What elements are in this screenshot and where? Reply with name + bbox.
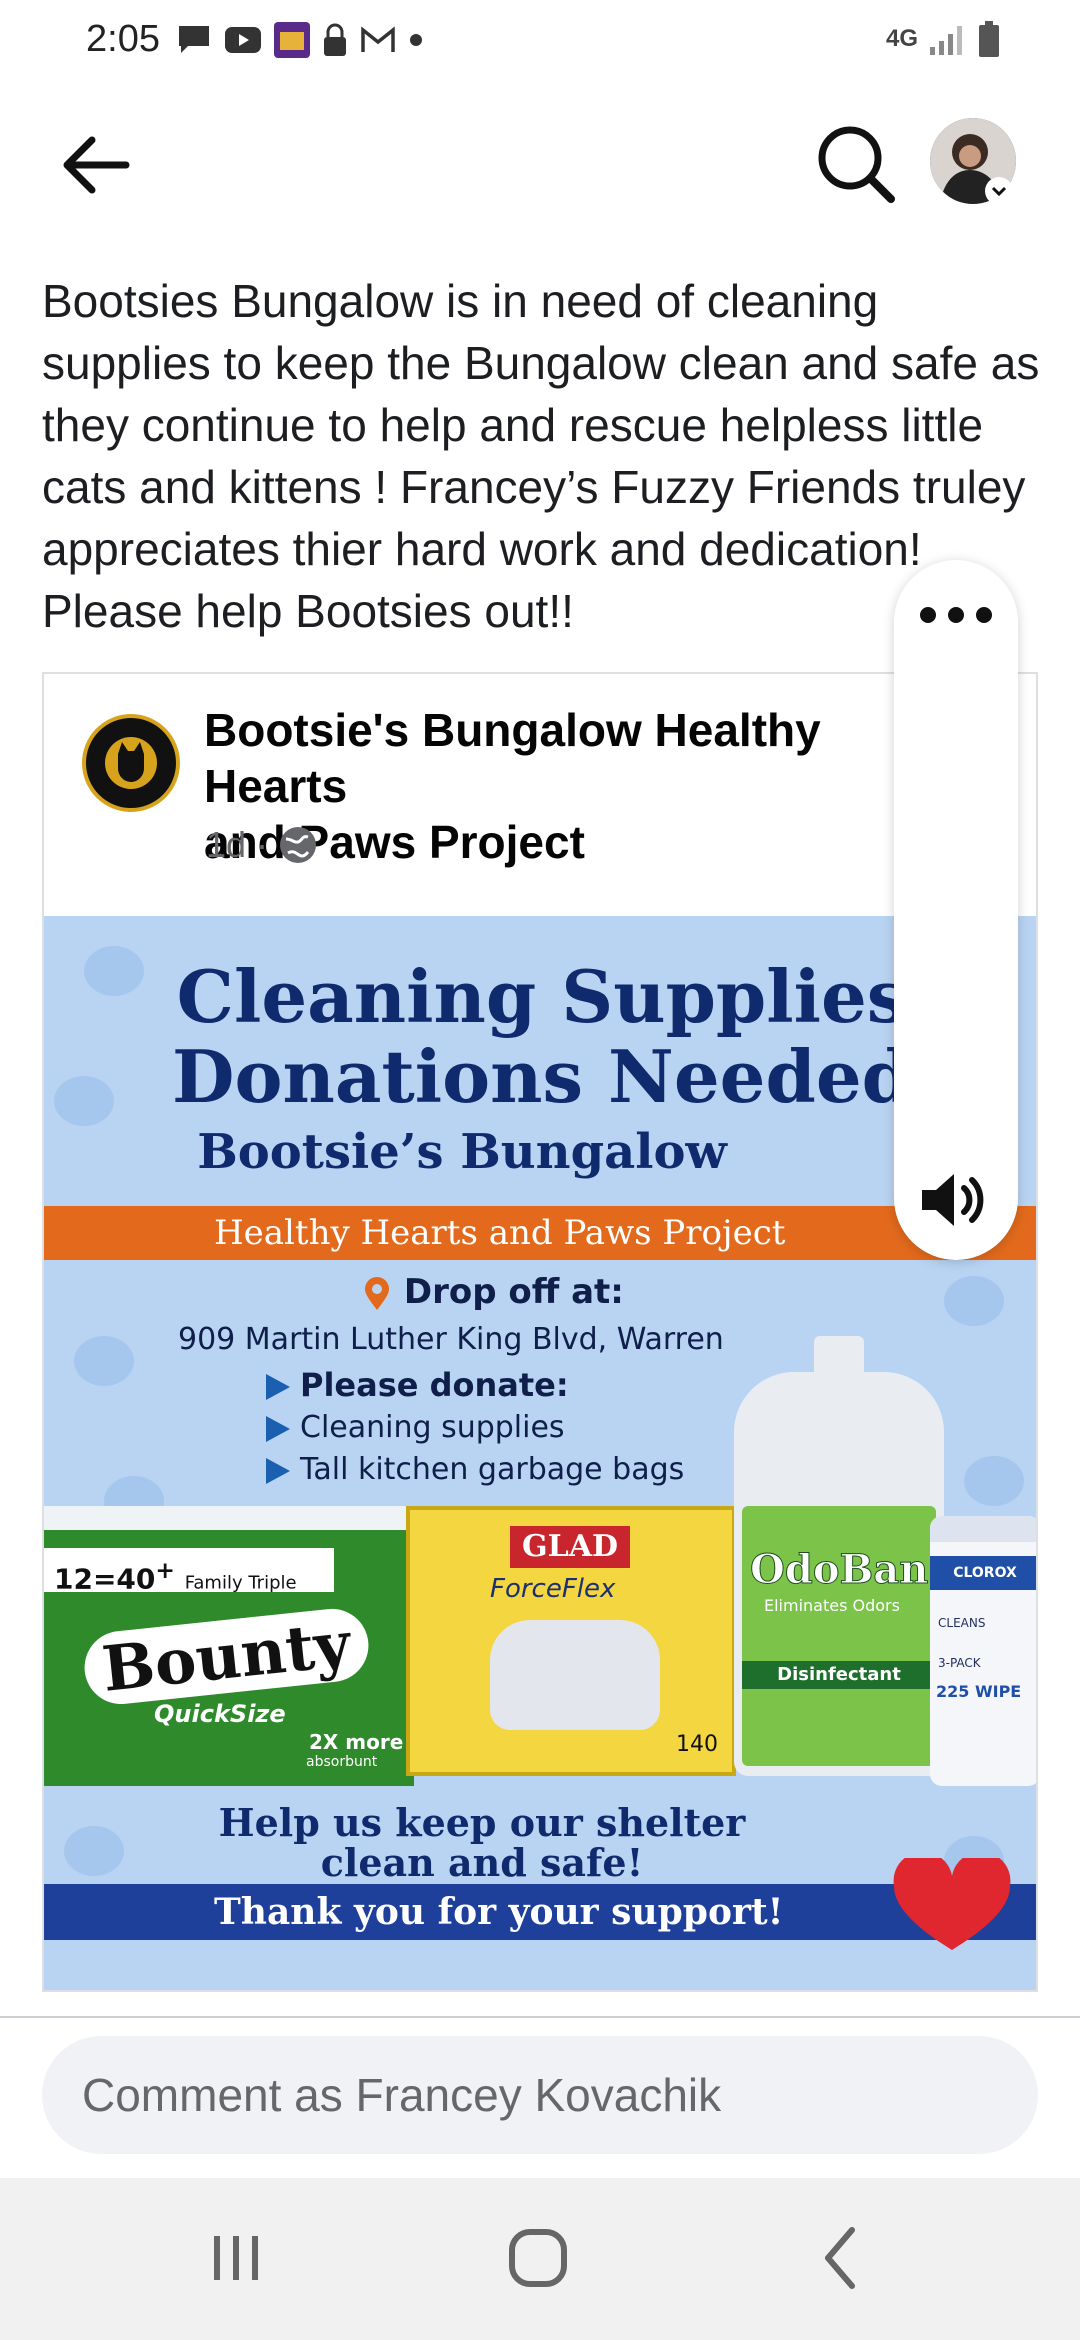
chevron-down-icon[interactable]	[984, 176, 1014, 206]
flyer-drop-off: Drop off at:	[362, 1272, 624, 1312]
flyer-bottom-line1: Help us keep our shelter	[218, 1800, 746, 1845]
clorox-brand: CLOROX	[930, 1556, 1036, 1590]
flyer-title-line1: Cleaning Supplies	[176, 954, 908, 1039]
clorox-cleans: CLEANS	[938, 1616, 986, 1630]
post-time[interactable]: 1d	[206, 824, 246, 866]
recent-apps-icon	[214, 2236, 258, 2280]
bounty-top-strip: 12=40+ Family Triple	[44, 1548, 334, 1596]
bounty-more: 2X more	[309, 1730, 404, 1754]
flyer-item2: Tall kitchen garbage bags	[266, 1452, 684, 1487]
product-bounty: 12=40+ Family Triple Bounty QuickSize 2X…	[44, 1506, 414, 1786]
globe-icon	[280, 827, 317, 863]
paw-decoration	[74, 1336, 134, 1386]
recent-apps-button[interactable]	[186, 2218, 286, 2298]
post-text: Bootsies Bungalow is in need of cleaning…	[42, 275, 1040, 637]
paw-decoration	[944, 1276, 1004, 1326]
location-pin-icon	[365, 1276, 389, 1310]
page-logo[interactable]	[82, 714, 180, 812]
odoban-disinfectant: Disinfectant	[742, 1661, 936, 1689]
odoban-label-panel	[742, 1506, 936, 1766]
post-meta: 1d ·	[206, 824, 318, 866]
home-icon	[509, 2229, 567, 2287]
arrow-icon	[266, 1415, 290, 1442]
back-button[interactable]	[52, 120, 142, 210]
network-type: 4G	[885, 25, 918, 52]
gmail-icon	[361, 26, 395, 52]
bounty-family: Family Triple	[184, 1572, 297, 1594]
app-icon	[274, 22, 310, 58]
item1-label: Cleaning supplies	[300, 1410, 565, 1445]
search-icon	[818, 126, 895, 203]
bounty-quicksize: QuickSize	[154, 1700, 286, 1728]
cat-logo-icon	[105, 737, 157, 789]
comment-input[interactable]: Comment as Francey Kovachik	[42, 2036, 1038, 2154]
home-button[interactable]	[488, 2218, 588, 2298]
back-icon	[825, 2227, 855, 2289]
flyer-orange-band: Healthy Hearts and Paws Project	[44, 1206, 1036, 1260]
divider	[0, 2016, 1080, 2018]
shared-post-card[interactable]: Bootsie's Bungalow Healthy Hearts and Pa…	[42, 672, 1038, 1992]
speaker-icon[interactable]	[918, 1170, 994, 1230]
bounty-brand: Bounty	[80, 1605, 372, 1708]
video-side-controls	[894, 560, 1018, 1260]
glad-count: 140	[676, 1732, 718, 1757]
system-nav-bar	[0, 2178, 1080, 2340]
clorox-count: 225 WIPE	[936, 1682, 1022, 1701]
glad-forceflex: ForceFlex	[490, 1574, 616, 1604]
item2-label: Tall kitchen garbage bags	[300, 1452, 685, 1487]
flyer-item1: Cleaning supplies	[266, 1410, 565, 1445]
lock-icon	[324, 23, 346, 56]
battery-icon	[979, 21, 999, 57]
chat-icon	[179, 26, 209, 53]
product-clorox: CLOROX CLEANS 3-PACK 225 WIPE	[930, 1516, 1036, 1786]
bounty-absorbent: absorbunt	[306, 1754, 378, 1770]
nav-back-button[interactable]	[792, 2218, 892, 2298]
flyer-title-line2: Donations Needed	[172, 1034, 912, 1119]
odoban-sub: Eliminates Odors	[764, 1596, 900, 1615]
app-bar	[0, 90, 1080, 220]
search-button[interactable]	[810, 118, 900, 208]
notification-icons	[176, 20, 424, 60]
system-indicators: 4G	[886, 20, 1000, 58]
flyer-subtitle: Bootsie’s Bungalow	[197, 1124, 727, 1180]
clorox-lid	[930, 1516, 1036, 1542]
youtube-icon	[225, 27, 261, 53]
jug-cap	[814, 1336, 864, 1376]
post-image-flyer[interactable]: Cleaning Supplies Donations Needed Boots…	[44, 916, 1036, 1990]
flyer-address: 909 Martin Luther King Blvd, Warren	[178, 1322, 724, 1357]
arrow-icon	[266, 1457, 290, 1484]
paw-decoration	[964, 1456, 1024, 1506]
donate-label: Please donate:	[300, 1366, 569, 1404]
bounty-plus: +	[155, 1556, 175, 1584]
signal-icon	[930, 26, 962, 55]
status-bar: 2:05 4G	[0, 0, 1080, 80]
flyer-thanks-band: Thank you for your support!	[44, 1884, 1036, 1940]
heart-icon	[893, 1858, 1011, 1950]
meta-separator: ·	[256, 824, 269, 865]
back-arrow-icon	[63, 136, 130, 194]
glad-bag	[490, 1620, 660, 1730]
product-odoban: OdoBan Eliminates Odors Disinfectant	[734, 1336, 944, 1776]
odoban-brand: OdoBan	[749, 1546, 929, 1594]
bounty-count: 12=40	[54, 1562, 156, 1596]
flyer-donate: Please donate:	[266, 1366, 569, 1404]
more-horizontal-icon[interactable]	[916, 600, 996, 630]
flyer-bottom-line2: clean and safe!	[320, 1840, 644, 1885]
clorox-pack: 3-PACK	[938, 1656, 981, 1670]
drop-off-label: Drop off at:	[403, 1272, 624, 1312]
arrow-icon	[266, 1374, 290, 1400]
dot-icon	[410, 34, 422, 46]
product-glad: GLAD ForceFlex 140	[406, 1506, 736, 1776]
glad-brand: GLAD	[510, 1526, 630, 1568]
status-time: 2:05	[86, 18, 160, 60]
